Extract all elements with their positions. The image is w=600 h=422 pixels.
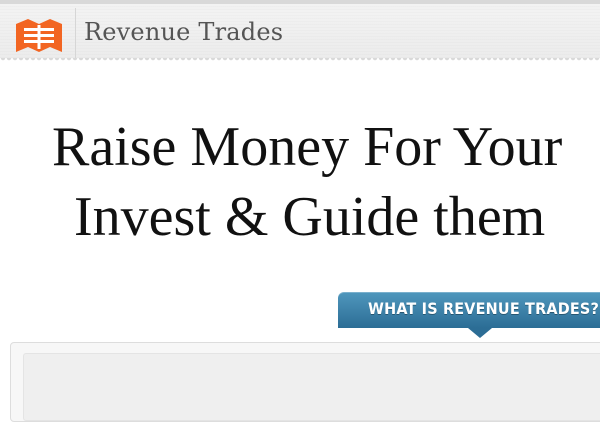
content-panel bbox=[10, 342, 600, 422]
what-is-tab[interactable]: WHAT IS REVENUE TRADES? bbox=[338, 292, 600, 338]
revenue-trades-logo-icon bbox=[16, 19, 62, 52]
hero-line-1: Raise Money For Your bbox=[52, 116, 563, 178]
brand-name[interactable]: Revenue Trades bbox=[84, 18, 283, 46]
hero-line-2: Invest & Guide them bbox=[74, 186, 546, 248]
site-header: Revenue Trades bbox=[0, 0, 600, 60]
logo-link[interactable] bbox=[0, 8, 76, 60]
header-divider bbox=[0, 58, 600, 64]
content-panel-inner bbox=[23, 353, 600, 421]
hero-heading: Raise Money For Your Invest & Guide them bbox=[0, 112, 600, 252]
tab-pointer bbox=[468, 328, 492, 338]
tab-label: WHAT IS REVENUE TRADES? bbox=[368, 299, 600, 318]
